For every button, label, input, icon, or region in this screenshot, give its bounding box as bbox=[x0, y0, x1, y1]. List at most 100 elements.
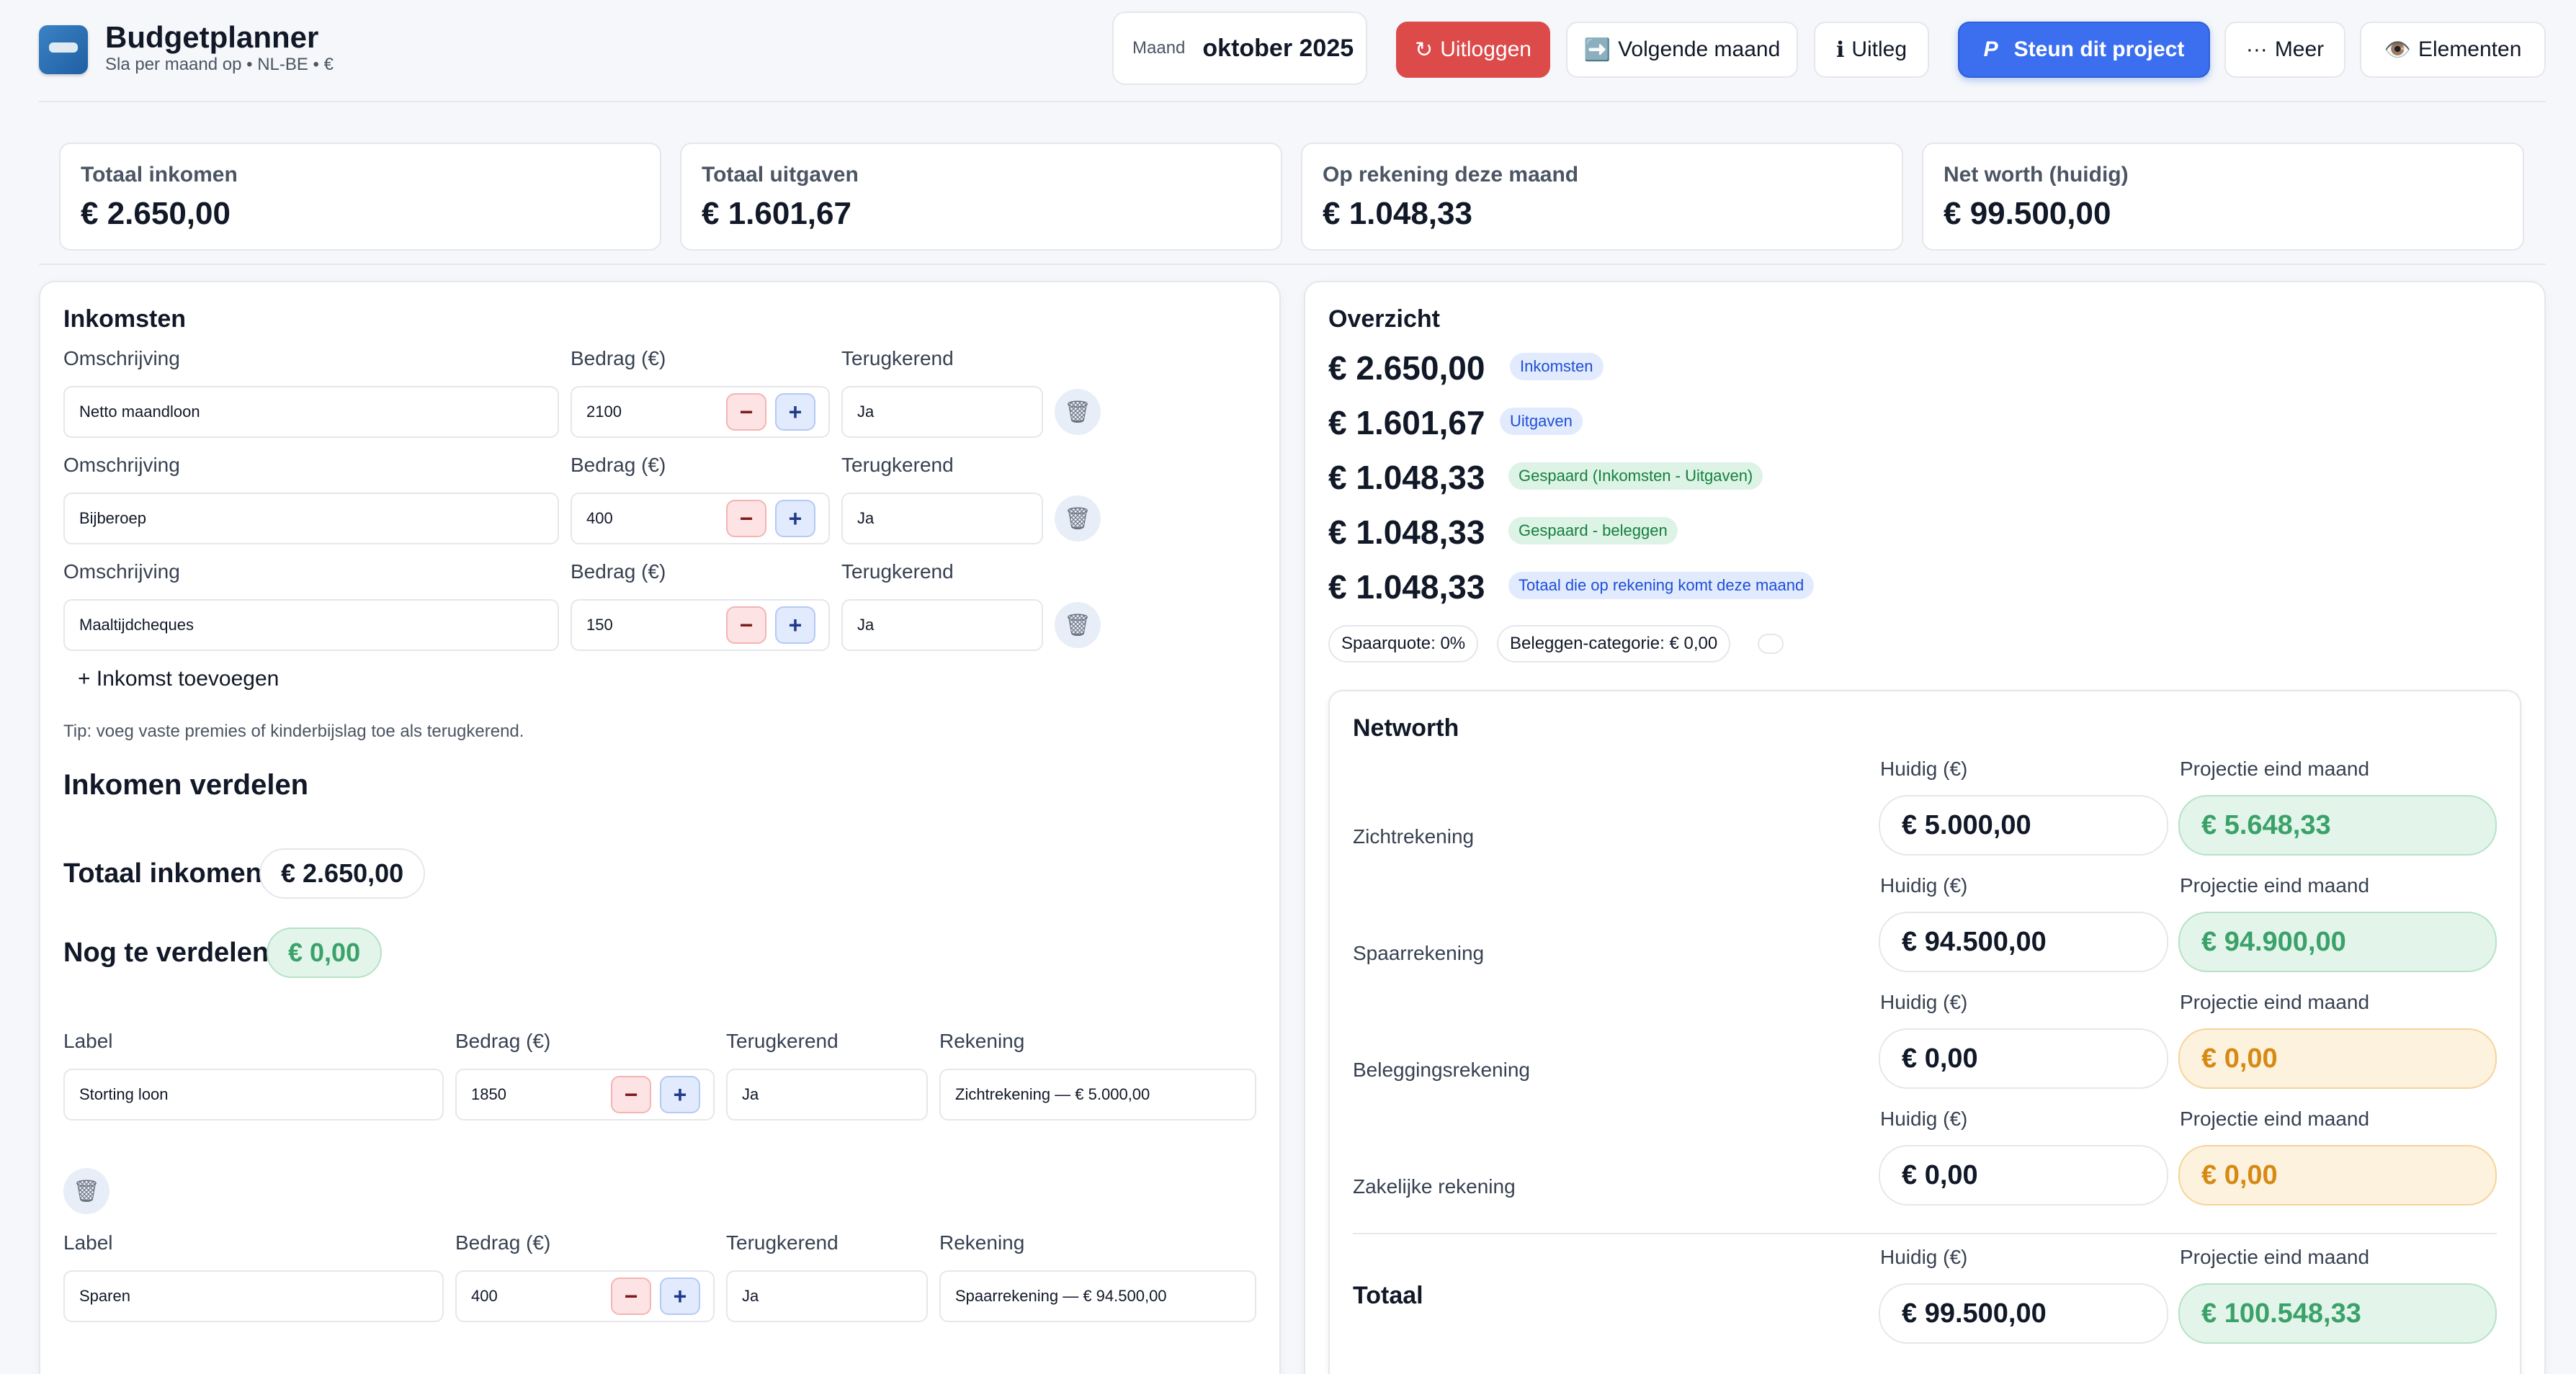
projection-label: Projectie eind maand bbox=[2180, 1108, 2370, 1130]
overview-on-account-amount: € 1.048,33 bbox=[1328, 568, 1485, 606]
minus-icon[interactable]: − bbox=[611, 1278, 651, 1315]
projection-label: Projectie eind maand bbox=[2180, 874, 2370, 897]
income-description-input[interactable]: Maaltijdcheques bbox=[63, 599, 559, 651]
plus-icon[interactable]: + bbox=[660, 1076, 700, 1113]
account-current-input[interactable]: € 0,00 bbox=[1879, 1145, 2168, 1205]
more-button[interactable]: ··· Meer bbox=[2224, 22, 2345, 78]
plus-icon[interactable]: + bbox=[775, 393, 815, 431]
account-projection: € 0,00 bbox=[2178, 1145, 2497, 1205]
income-recurring-select[interactable]: Ja bbox=[841, 386, 1043, 438]
support-label: Steun dit project bbox=[2013, 37, 2185, 61]
description-label: Omschrijving bbox=[63, 454, 180, 476]
overview-income-tag: Inkomsten bbox=[1510, 353, 1604, 380]
current-label: Huidig (€) bbox=[1880, 874, 1968, 897]
support-project-button[interactable]: P Steun dit project bbox=[1958, 22, 2210, 78]
minus-icon[interactable]: − bbox=[726, 393, 766, 431]
projection-label: Projectie eind maand bbox=[2180, 1246, 2370, 1268]
income-recurring-select[interactable]: Ja bbox=[841, 599, 1043, 651]
header-divider bbox=[39, 101, 2546, 102]
distribute-account-select[interactable]: Spaarrekening — € 94.500,00 bbox=[939, 1270, 1256, 1322]
recurring-label: Terugkerend bbox=[841, 347, 954, 369]
elements-button[interactable]: 👁️ Elementen bbox=[2360, 22, 2546, 78]
account-projection: € 0,00 bbox=[2178, 1028, 2497, 1089]
toggle-chip[interactable] bbox=[1758, 634, 1784, 654]
logout-label: Uitloggen bbox=[1440, 37, 1531, 61]
eye-icon: 👁️ bbox=[2384, 37, 2411, 62]
stat-label: Net worth (huidig) bbox=[1944, 163, 2129, 187]
stat-value: € 99.500,00 bbox=[1944, 196, 2111, 231]
next-month-button[interactable]: ➡️ Volgende maand bbox=[1566, 22, 1798, 78]
trash-icon[interactable]: 🗑 bbox=[1055, 602, 1101, 648]
income-recurring-select[interactable]: Ja bbox=[841, 493, 1043, 544]
overview-title: Overzicht bbox=[1328, 305, 1440, 333]
description-label: Omschrijving bbox=[63, 560, 180, 583]
account-current-input[interactable]: € 0,00 bbox=[1879, 1028, 2168, 1089]
plus-icon[interactable]: + bbox=[660, 1278, 700, 1315]
label-label: Label bbox=[63, 1030, 113, 1052]
minus-icon[interactable]: − bbox=[611, 1076, 651, 1113]
month-selector[interactable]: Maand oktober 2025 bbox=[1112, 12, 1367, 85]
info-label: Uitleg bbox=[1851, 37, 1908, 61]
trash-icon[interactable]: 🗑 bbox=[1055, 495, 1101, 542]
savings-rate-chip: Spaarquote: 0% bbox=[1328, 625, 1479, 663]
trash-icon[interactable]: 🗑 bbox=[1055, 389, 1101, 435]
distribute-recurring-select[interactable]: Ja bbox=[726, 1069, 928, 1121]
networth-total-projection: € 100.548,33 bbox=[2178, 1283, 2497, 1344]
distribute-label-input[interactable]: Storting loon bbox=[63, 1069, 444, 1121]
account-label: Rekening bbox=[939, 1030, 1025, 1052]
distribute-total-label: Totaal inkomen bbox=[63, 858, 262, 889]
stat-card-on-account: Op rekening deze maand € 1.048,33 bbox=[1301, 143, 1903, 251]
overview-expenses-amount: € 1.601,67 bbox=[1328, 404, 1485, 441]
recurring-label: Terugkerend bbox=[726, 1030, 838, 1052]
account-projection: € 94.900,00 bbox=[2178, 912, 2497, 972]
distribute-label-input[interactable]: Sparen bbox=[63, 1270, 444, 1322]
invest-category-chip: Beleggen-categorie: € 0,00 bbox=[1497, 625, 1731, 663]
plus-icon[interactable]: + bbox=[775, 606, 815, 644]
account-name: Spaarrekening bbox=[1353, 942, 1485, 964]
stats-divider bbox=[39, 264, 2546, 265]
current-label: Huidig (€) bbox=[1880, 991, 1968, 1013]
refresh-icon: ↻ bbox=[1415, 37, 1434, 62]
amount-label: Bedrag (€) bbox=[455, 1231, 551, 1254]
networth-total-current: € 99.500,00 bbox=[1879, 1283, 2168, 1344]
stat-label: Totaal inkomen bbox=[81, 163, 238, 187]
stat-card-total-income: Totaal inkomen € 2.650,00 bbox=[59, 143, 661, 251]
logout-button[interactable]: ↻ Uitloggen bbox=[1396, 22, 1550, 78]
overview-saved-amount: € 1.048,33 bbox=[1328, 459, 1485, 496]
recurring-label: Terugkerend bbox=[841, 560, 954, 583]
overview-saved-minus-invest-amount: € 1.048,33 bbox=[1328, 513, 1485, 551]
minus-icon[interactable]: − bbox=[726, 606, 766, 644]
income-description-input[interactable]: Netto maandloon bbox=[63, 386, 559, 438]
projection-label: Projectie eind maand bbox=[2180, 991, 2370, 1013]
add-income-button[interactable]: + Inkomst toevoegen bbox=[78, 667, 279, 691]
month-value: oktober 2025 bbox=[1202, 34, 1354, 62]
distribute-remaining-label: Nog te verdelen bbox=[63, 938, 269, 968]
income-panel bbox=[39, 281, 1281, 1374]
account-current-input[interactable]: € 94.500,00 bbox=[1879, 912, 2168, 972]
stat-value: € 1.601,67 bbox=[702, 196, 851, 231]
recurring-label: Terugkerend bbox=[841, 454, 954, 476]
more-label: Meer bbox=[2274, 37, 2325, 61]
minus-icon[interactable]: − bbox=[726, 500, 766, 537]
distribute-recurring-select[interactable]: Ja bbox=[726, 1270, 928, 1322]
info-icon: ℹ bbox=[1835, 37, 1845, 62]
income-title: Inkomsten bbox=[63, 305, 187, 333]
current-label: Huidig (€) bbox=[1880, 1108, 1968, 1130]
distribute-title: Inkomen verdelen bbox=[63, 769, 309, 801]
income-description-input[interactable]: Bijberoep bbox=[63, 493, 559, 544]
account-name: Zichtrekening bbox=[1353, 825, 1475, 848]
networth-total-label: Totaal bbox=[1353, 1282, 1423, 1309]
trash-icon[interactable]: 🗑 bbox=[63, 1168, 109, 1214]
stat-value: € 1.048,33 bbox=[1323, 196, 1472, 231]
income-tip: Tip: voeg vaste premies of kinderbijslag… bbox=[63, 722, 524, 741]
ellipsis-icon: ··· bbox=[2245, 37, 2268, 61]
overview-on-account-tag: Totaal die op rekening komt deze maand bbox=[1508, 572, 1815, 599]
account-name: Beleggingsrekening bbox=[1353, 1059, 1530, 1081]
account-label: Rekening bbox=[939, 1231, 1025, 1254]
distribute-account-select[interactable]: Zichtrekening — € 5.000,00 bbox=[939, 1069, 1256, 1121]
stat-card-net-worth: Net worth (huidig) € 99.500,00 bbox=[1922, 143, 2524, 251]
account-current-input[interactable]: € 5.000,00 bbox=[1879, 795, 2168, 856]
description-label: Omschrijving bbox=[63, 347, 180, 369]
plus-icon[interactable]: + bbox=[775, 500, 815, 537]
info-button[interactable]: ℹ Uitleg bbox=[1814, 22, 1929, 78]
